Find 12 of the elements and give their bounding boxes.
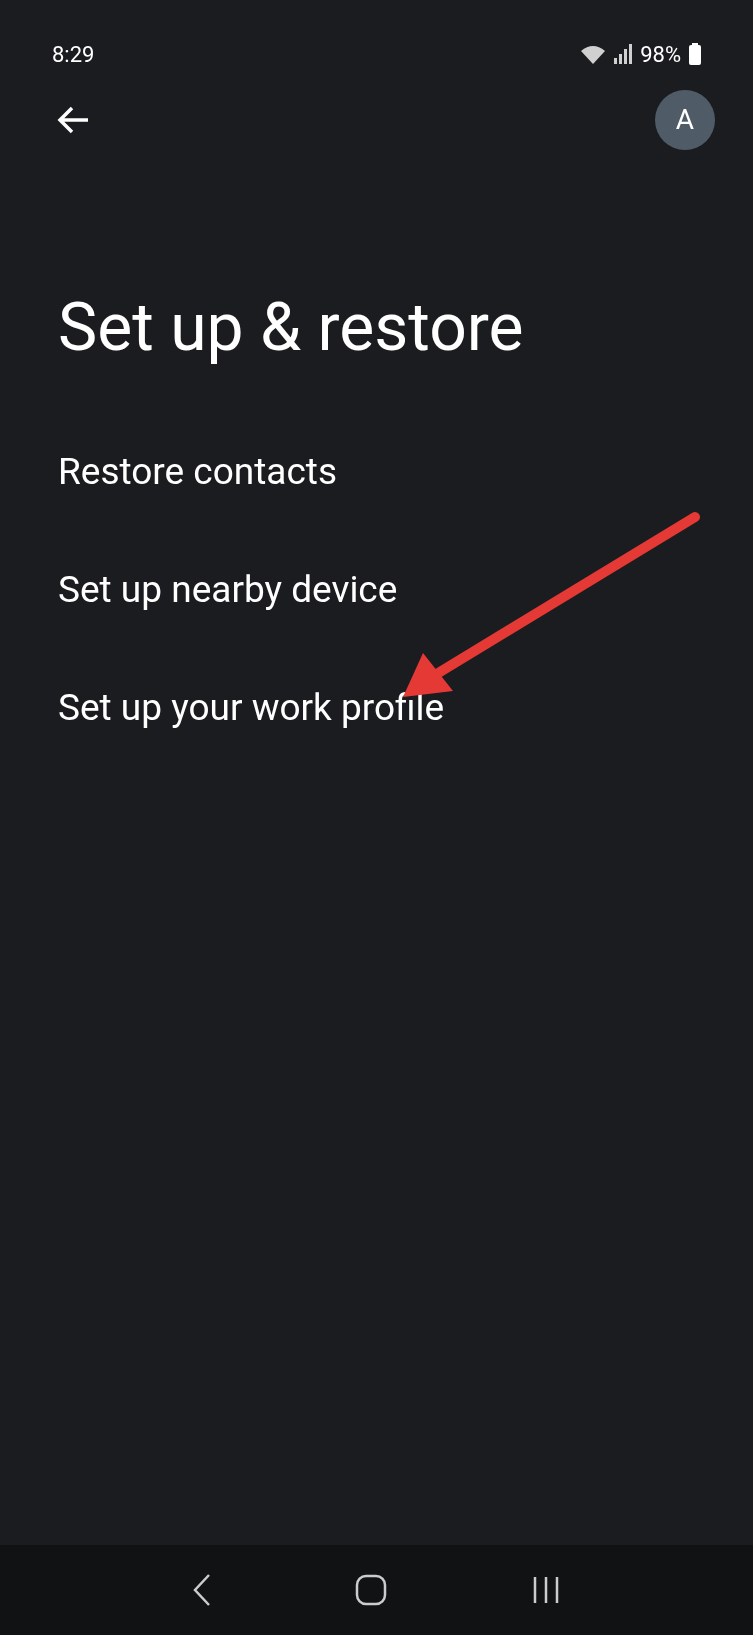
home-icon[interactable] xyxy=(355,1574,388,1606)
menu-item[interactable]: Restore contacts xyxy=(0,413,753,531)
menu-item[interactable]: Set up nearby device xyxy=(0,531,753,649)
status-time: 8:29 xyxy=(52,40,95,69)
back-icon[interactable] xyxy=(191,1573,212,1607)
signal-icon xyxy=(614,44,633,64)
back-arrow-icon xyxy=(56,105,90,135)
avatar[interactable]: A xyxy=(655,90,715,150)
menu-item[interactable]: Set up your work profile xyxy=(0,649,753,767)
wifi-icon xyxy=(580,43,607,65)
battery-percent: 98% xyxy=(640,40,681,69)
battery-icon xyxy=(689,43,701,65)
